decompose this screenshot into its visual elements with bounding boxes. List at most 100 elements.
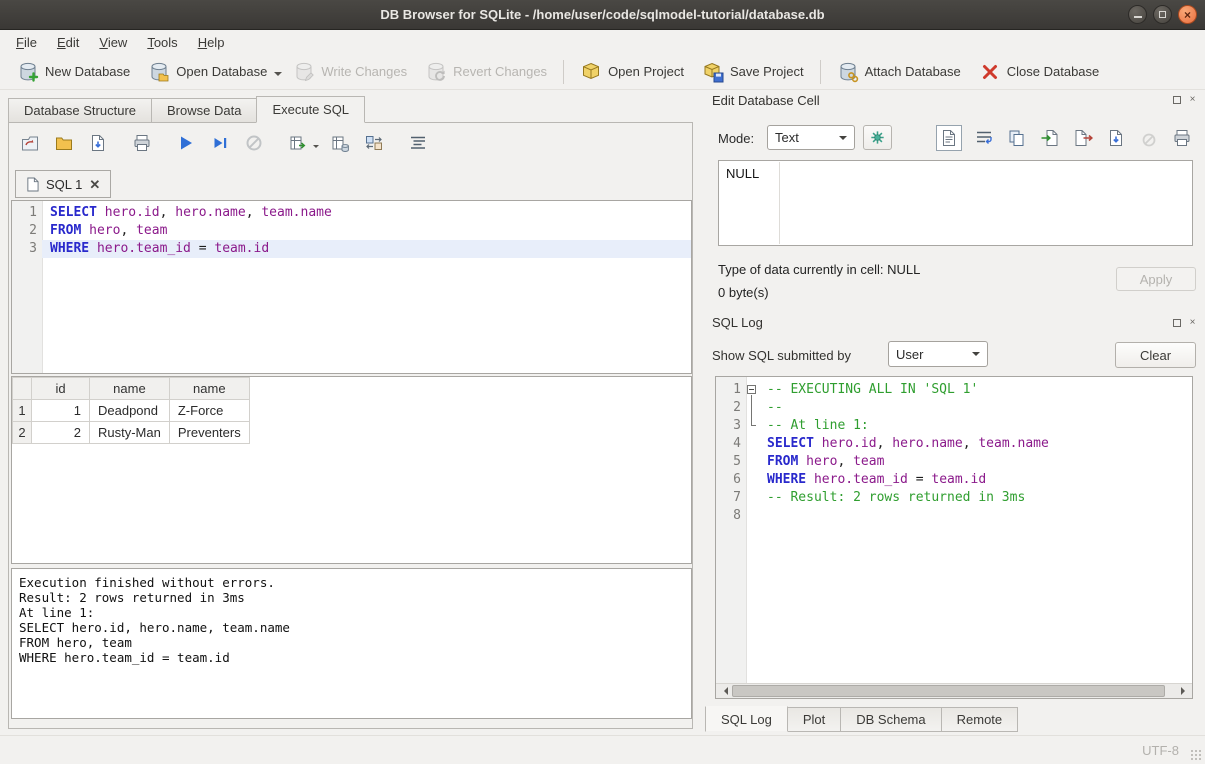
tab-db-schema[interactable]: DB Schema: [840, 707, 941, 732]
results-cell[interactable]: 2: [32, 422, 90, 444]
stop-button[interactable]: [243, 132, 265, 154]
menu-file[interactable]: File: [6, 32, 47, 53]
tab-execute-sql[interactable]: Execute SQL: [256, 96, 365, 123]
float-button[interactable]: [1171, 94, 1182, 105]
results-column-header[interactable]: id: [32, 378, 90, 400]
tab-sql-log[interactable]: SQL Log: [705, 706, 788, 732]
minimize-button[interactable]: [1128, 5, 1147, 24]
menu-edit[interactable]: Edit: [47, 32, 89, 53]
row-header[interactable]: 2: [13, 422, 32, 444]
apply-button[interactable]: Apply: [1116, 267, 1196, 291]
export-results-dropdown-icon[interactable]: [313, 145, 319, 151]
results-cell[interactable]: Preventers: [169, 422, 249, 444]
results-cell[interactable]: Z-Force: [169, 400, 249, 422]
float-button[interactable]: [1171, 317, 1182, 328]
results-column-header[interactable]: name: [169, 378, 249, 400]
tab-database-structure[interactable]: Database Structure: [8, 98, 152, 123]
results-row[interactable]: 22Rusty-ManPreventers: [13, 422, 250, 444]
format-lines-icon: [408, 133, 428, 153]
word-wrap-button[interactable]: [973, 127, 995, 149]
resize-grip[interactable]: [1189, 748, 1202, 761]
maximize-button[interactable]: [1153, 5, 1172, 24]
code-line[interactable]: 3-- At line 1:: [716, 417, 1192, 435]
execute-current-line-button[interactable]: [209, 132, 231, 154]
code-line[interactable]: 6WHERE hero.team_id = team.id: [716, 471, 1192, 489]
titlebar[interactable]: DB Browser for SQLite - /home/user/code/…: [0, 0, 1205, 30]
code-line[interactable]: 8: [716, 507, 1192, 525]
code-line[interactable]: 4SELECT hero.id, hero.name, team.name: [716, 435, 1192, 453]
save-as-button[interactable]: [1105, 127, 1127, 149]
save-project-button[interactable]: Save Project: [693, 57, 813, 87]
close-button[interactable]: ×: [1178, 5, 1197, 24]
results-corner[interactable]: [13, 378, 32, 400]
scroll-right-icon[interactable]: [1177, 684, 1192, 699]
fold-marker[interactable]: [746, 381, 759, 399]
code-line[interactable]: 2--: [716, 399, 1192, 417]
results-cell[interactable]: Deadpond: [90, 400, 170, 422]
set-null-button[interactable]: [1138, 127, 1160, 149]
sql-file-tab[interactable]: SQL 1 ✕: [15, 170, 111, 198]
open-sql-file-button[interactable]: [53, 132, 75, 154]
open-project-button[interactable]: Open Project: [571, 57, 693, 87]
code-line[interactable]: 2FROM hero, team: [12, 222, 691, 240]
code-line[interactable]: 7-- Result: 2 rows returned in 3ms: [716, 489, 1192, 507]
print-button[interactable]: [131, 132, 153, 154]
clear-log-button[interactable]: Clear: [1115, 342, 1196, 368]
export-button[interactable]: [1072, 127, 1094, 149]
menu-tools[interactable]: Tools: [137, 32, 187, 53]
copy-button[interactable]: [1006, 127, 1028, 149]
sql-editor[interactable]: 1SELECT hero.id, hero.name, team.name2FR…: [11, 200, 692, 374]
cell-value-editor[interactable]: NULL: [718, 160, 1193, 246]
menu-help[interactable]: Help: [188, 32, 235, 53]
save-as-icon: [1106, 128, 1126, 148]
open-tab-button[interactable]: [19, 132, 41, 154]
results-table: idnamename11DeadpondZ-Force22Rusty-ManPr…: [12, 377, 250, 444]
text-mode-button[interactable]: [936, 125, 962, 151]
code-line[interactable]: 1-- EXECUTING ALL IN 'SQL 1': [716, 381, 1192, 399]
sql-log-view[interactable]: 1-- EXECUTING ALL IN 'SQL 1'2--3-- At li…: [715, 376, 1193, 699]
code-line[interactable]: 5FROM hero, team: [716, 453, 1192, 471]
execution-message[interactable]: Execution finished without errors.Result…: [11, 568, 692, 719]
panel-close-button[interactable]: ×: [1187, 317, 1198, 328]
attach-database-button[interactable]: Attach Database: [828, 57, 970, 87]
panel-close-button[interactable]: ×: [1187, 94, 1198, 105]
results-row[interactable]: 11DeadpondZ-Force: [13, 400, 250, 422]
save-results-button[interactable]: [329, 132, 351, 154]
pane-splitter[interactable]: [694, 90, 705, 735]
menu-view[interactable]: View: [89, 32, 137, 53]
sql-tab-close-icon[interactable]: ✕: [89, 178, 100, 191]
results-cell[interactable]: Rusty-Man: [90, 422, 170, 444]
close-database-button[interactable]: Close Database: [970, 57, 1109, 87]
log-filter-select[interactable]: User: [888, 341, 988, 367]
save-sql-file-button[interactable]: [87, 132, 109, 154]
results-grid[interactable]: idnamename11DeadpondZ-Force22Rusty-ManPr…: [11, 376, 692, 564]
export-results-button[interactable]: [287, 132, 309, 154]
open-database-button[interactable]: Open Database: [139, 57, 276, 87]
sql-editor-toolbar: [19, 132, 441, 154]
write-changes-button[interactable]: Write Changes: [284, 57, 416, 87]
horizontal-scrollbar[interactable]: [716, 683, 1192, 698]
code-line[interactable]: 3WHERE hero.team_id = team.id: [12, 240, 691, 258]
tab-plot[interactable]: Plot: [787, 707, 841, 732]
results-column-header[interactable]: name: [90, 378, 170, 400]
format-sql-button[interactable]: [407, 132, 429, 154]
new-database-button[interactable]: New Database: [8, 57, 139, 87]
find-replace-button[interactable]: [363, 132, 385, 154]
scrollbar-thumb[interactable]: [732, 685, 1165, 697]
results-cell[interactable]: 1: [32, 400, 90, 422]
row-header[interactable]: 1: [13, 400, 32, 422]
open-database-dropdown-icon[interactable]: [274, 72, 282, 80]
edit-cell-dock-controls: ×: [1171, 94, 1198, 105]
import-button[interactable]: [1039, 127, 1061, 149]
print-cell-button[interactable]: [1171, 127, 1193, 149]
tab-remote[interactable]: Remote: [941, 707, 1019, 732]
execute-all-button[interactable]: [175, 132, 197, 154]
revert-changes-button[interactable]: Revert Changes: [416, 57, 556, 87]
scroll-left-icon[interactable]: [716, 684, 731, 699]
mode-settings-button[interactable]: [863, 125, 892, 150]
null-icon: [1139, 128, 1159, 148]
tab-browse-data[interactable]: Browse Data: [151, 98, 257, 123]
mode-select[interactable]: Text: [767, 125, 855, 150]
revert-changes-icon: [425, 61, 447, 83]
code-line[interactable]: 1SELECT hero.id, hero.name, team.name: [12, 204, 691, 222]
